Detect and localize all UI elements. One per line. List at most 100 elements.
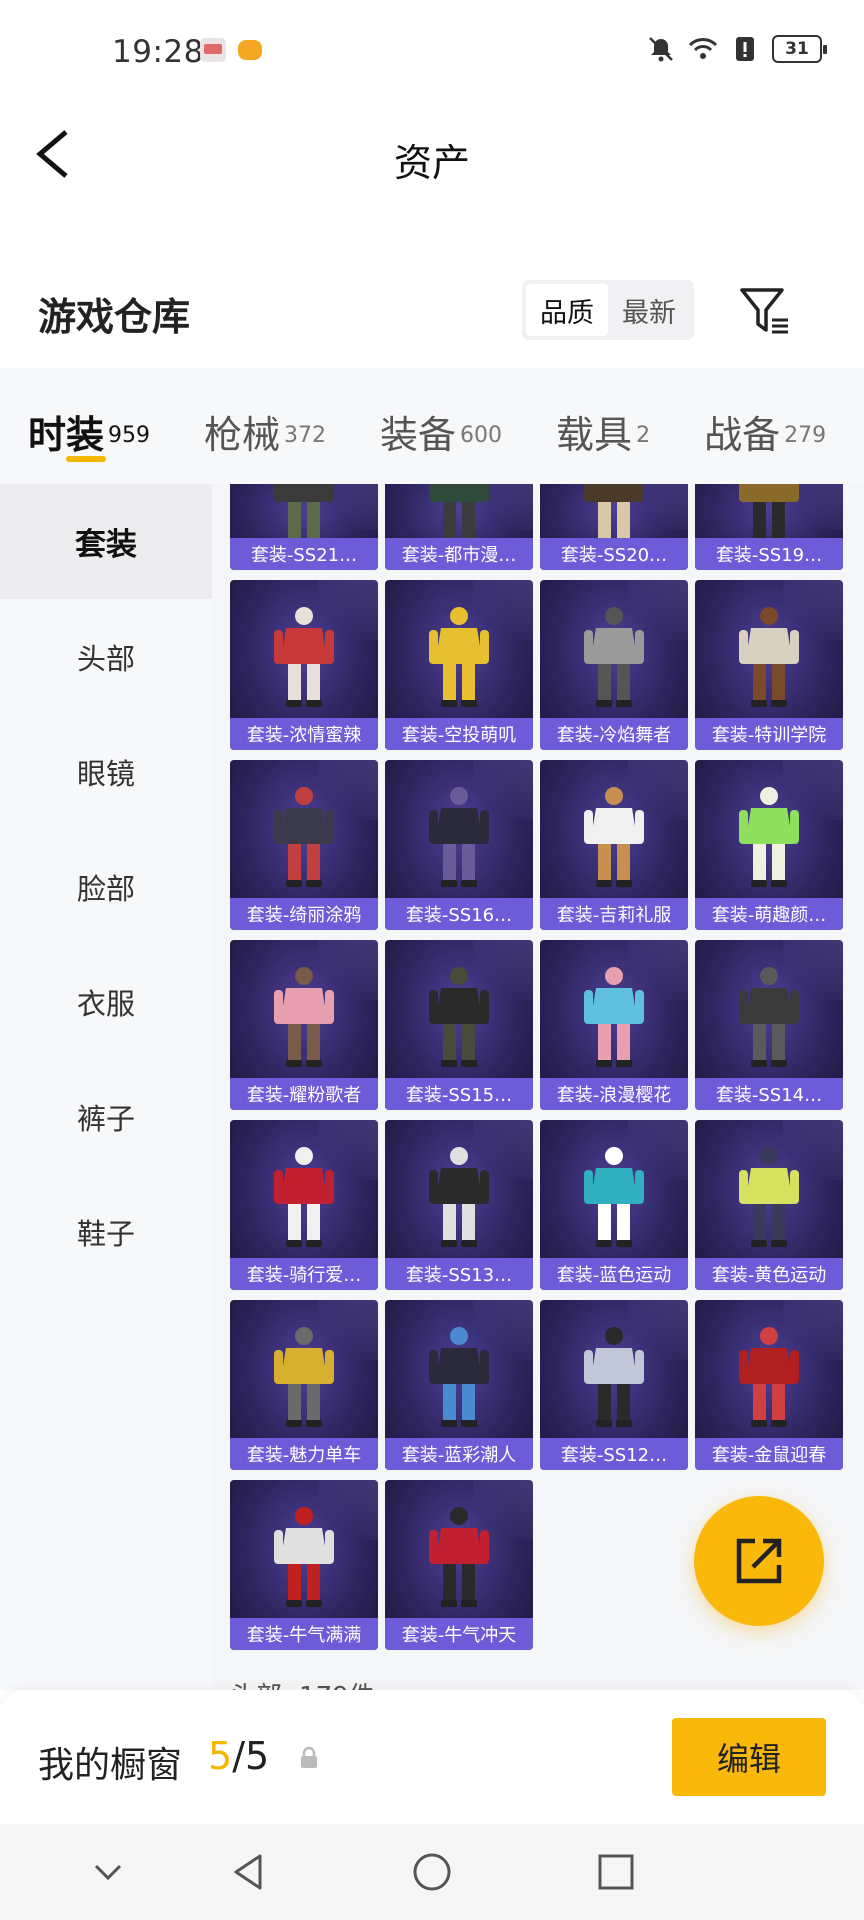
tab-supplies[interactable]: 战备 279 <box>704 368 826 484</box>
outfit-tile[interactable]: 套装-SS19… <box>695 484 843 570</box>
outfit-tile[interactable]: 套装-SS14… <box>695 940 843 1110</box>
outfit-tile[interactable]: 套装-牛气冲天 <box>385 1480 533 1650</box>
outfit-tile[interactable]: 套装-萌趣颜… <box>695 760 843 930</box>
outfit-thumbnail-icon <box>274 607 334 707</box>
outfit-tile[interactable]: 套装-骑行爱… <box>230 1120 378 1290</box>
outfit-tile[interactable]: 套装-特训学院 <box>695 580 843 750</box>
outfit-tile-label: 套装-浪漫樱花 <box>540 1078 688 1110</box>
sidebar-item-outfit[interactable]: 套装 <box>0 484 212 599</box>
outfit-tile-label: 套装-SS13… <box>385 1258 533 1290</box>
tab-equipment[interactable]: 装备 600 <box>380 368 502 484</box>
collapse-chevron-icon[interactable] <box>84 1848 132 1896</box>
outfit-tile[interactable]: 套装-SS21… <box>230 484 378 570</box>
outfit-thumbnail-icon <box>429 1147 489 1247</box>
mute-icon <box>649 37 673 62</box>
outfit-tile[interactable]: 套装-黄色运动 <box>695 1120 843 1290</box>
outfit-tile[interactable]: 套装-SS16… <box>385 760 533 930</box>
outfit-thumbnail-icon <box>429 967 489 1067</box>
status-bar: 19:28 31 <box>0 0 864 104</box>
outfit-tile[interactable]: 套装-浓情蜜辣 <box>230 580 378 750</box>
outfit-tile[interactable]: 套装-金鼠迎春 <box>695 1300 843 1470</box>
tab-label: 时装 <box>28 413 105 457</box>
outfit-tile-label: 套装-萌趣颜… <box>695 898 843 930</box>
sidebar-item-face[interactable]: 脸部 <box>0 829 212 944</box>
tab-count: 600 <box>460 422 503 448</box>
outfit-tile[interactable]: 套装-牛气满满 <box>230 1480 378 1650</box>
sort-option-newest[interactable]: 最新 <box>608 284 690 336</box>
outfit-tile[interactable]: 套装-蓝色运动 <box>540 1120 688 1290</box>
edit-button[interactable]: 编辑 <box>672 1718 826 1796</box>
showcase-current: 5 <box>208 1734 233 1778</box>
outfit-thumbnail-icon <box>274 967 334 1067</box>
sort-option-quality[interactable]: 品质 <box>526 284 608 336</box>
outfit-tile[interactable]: 套装-SS15… <box>385 940 533 1110</box>
outfit-thumbnail-icon <box>739 1327 799 1427</box>
outfit-tile[interactable]: 套装-耀粉歌者 <box>230 940 378 1110</box>
tab-fashion[interactable]: 时装 959 <box>28 368 150 484</box>
sidebar-item-glasses[interactable]: 眼镜 <box>0 714 212 829</box>
back-triangle-icon[interactable] <box>224 1848 272 1896</box>
outfit-thumbnail-icon <box>584 607 644 707</box>
recents-square-icon[interactable] <box>592 1848 640 1896</box>
outfit-tile[interactable]: 套装-绮丽涂鸦 <box>230 760 378 930</box>
outfit-tile-label: 套装-SS20… <box>540 538 688 570</box>
outfit-thumbnail-icon <box>739 607 799 707</box>
outfit-tile-label: 套装-金鼠迎春 <box>695 1438 843 1470</box>
sort-toggle: 品质 最新 <box>522 280 694 340</box>
outfit-tile-label: 套装-吉莉礼服 <box>540 898 688 930</box>
outfit-tile-label: 套装-绮丽涂鸦 <box>230 898 378 930</box>
outfit-tile[interactable]: 套装-都市漫… <box>385 484 533 570</box>
outfit-thumbnail-icon <box>739 787 799 887</box>
showcase-bar: 我的橱窗 5/5 编辑 <box>0 1690 864 1824</box>
outfit-thumbnail-icon <box>584 787 644 887</box>
showcase-total: 5 <box>245 1734 270 1778</box>
outfit-thumbnail-icon <box>274 1327 334 1427</box>
sidebar-item-clothes[interactable]: 衣服 <box>0 944 212 1059</box>
outfit-tile-label: 套装-牛气冲天 <box>385 1618 533 1650</box>
status-time: 19:28 <box>112 34 204 70</box>
notification-game-icon <box>238 40 262 60</box>
outfit-thumbnail-icon <box>584 967 644 1067</box>
notification-app-icon <box>200 38 226 62</box>
outfit-thumbnail-icon <box>429 1327 489 1427</box>
outfit-tile-label: 套装-SS15… <box>385 1078 533 1110</box>
outfit-tile[interactable]: 套装-浪漫樱花 <box>540 940 688 1110</box>
showcase-separator: / <box>232 1734 245 1778</box>
status-icons: 31 <box>646 34 827 64</box>
outfit-tile-label: 套装-骑行爱… <box>230 1258 378 1290</box>
outfit-tile[interactable]: 套装-冷焰舞者 <box>540 580 688 750</box>
outfit-tile[interactable]: 套装-魅力单车 <box>230 1300 378 1470</box>
group-header: 头部: 179件 <box>230 1676 375 1690</box>
outfit-tile-label: 套装-浓情蜜辣 <box>230 718 378 750</box>
sidebar-item-pants[interactable]: 裤子 <box>0 1059 212 1174</box>
sidebar-item-shoes[interactable]: 鞋子 <box>0 1174 212 1289</box>
tab-label: 载具 <box>556 413 633 457</box>
outfit-tile-label: 套装-都市漫… <box>385 538 533 570</box>
battery-icon: 31 <box>772 35 827 63</box>
outfit-tile-label: 套装-黄色运动 <box>695 1258 843 1290</box>
outfit-thumbnail-icon <box>429 1507 489 1607</box>
outfit-tile[interactable]: 套装-SS20… <box>540 484 688 570</box>
outfit-tile-label: 套装-牛气满满 <box>230 1618 378 1650</box>
outfit-tile-label: 套装-空投萌叽 <box>385 718 533 750</box>
sim-alert-icon <box>736 37 754 61</box>
home-circle-icon[interactable] <box>408 1848 456 1896</box>
outfit-tile[interactable]: 套装-蓝彩潮人 <box>385 1300 533 1470</box>
share-button[interactable] <box>694 1496 824 1626</box>
tab-vehicles[interactable]: 载具 2 <box>556 368 650 484</box>
header: 资产 <box>0 104 864 204</box>
sidebar-item-head[interactable]: 头部 <box>0 599 212 714</box>
outfit-tile[interactable]: 套装-吉莉礼服 <box>540 760 688 930</box>
filter-icon[interactable] <box>738 284 792 338</box>
tab-count: 959 <box>108 422 151 448</box>
outfit-tile[interactable]: 套装-SS12… <box>540 1300 688 1470</box>
outfit-tile[interactable]: 套装-SS13… <box>385 1120 533 1290</box>
outfit-tile-label: 套装-SS14… <box>695 1078 843 1110</box>
outfit-thumbnail-icon <box>584 1147 644 1247</box>
outfit-tile[interactable]: 套装-空投萌叽 <box>385 580 533 750</box>
outfit-tile-label: 套装-SS21… <box>230 538 378 570</box>
tab-weapons[interactable]: 枪械 372 <box>204 368 326 484</box>
outfit-thumbnail-icon <box>739 1147 799 1247</box>
warehouse-header: 游戏仓库 品质 最新 <box>0 270 864 352</box>
battery-level: 31 <box>785 39 809 59</box>
